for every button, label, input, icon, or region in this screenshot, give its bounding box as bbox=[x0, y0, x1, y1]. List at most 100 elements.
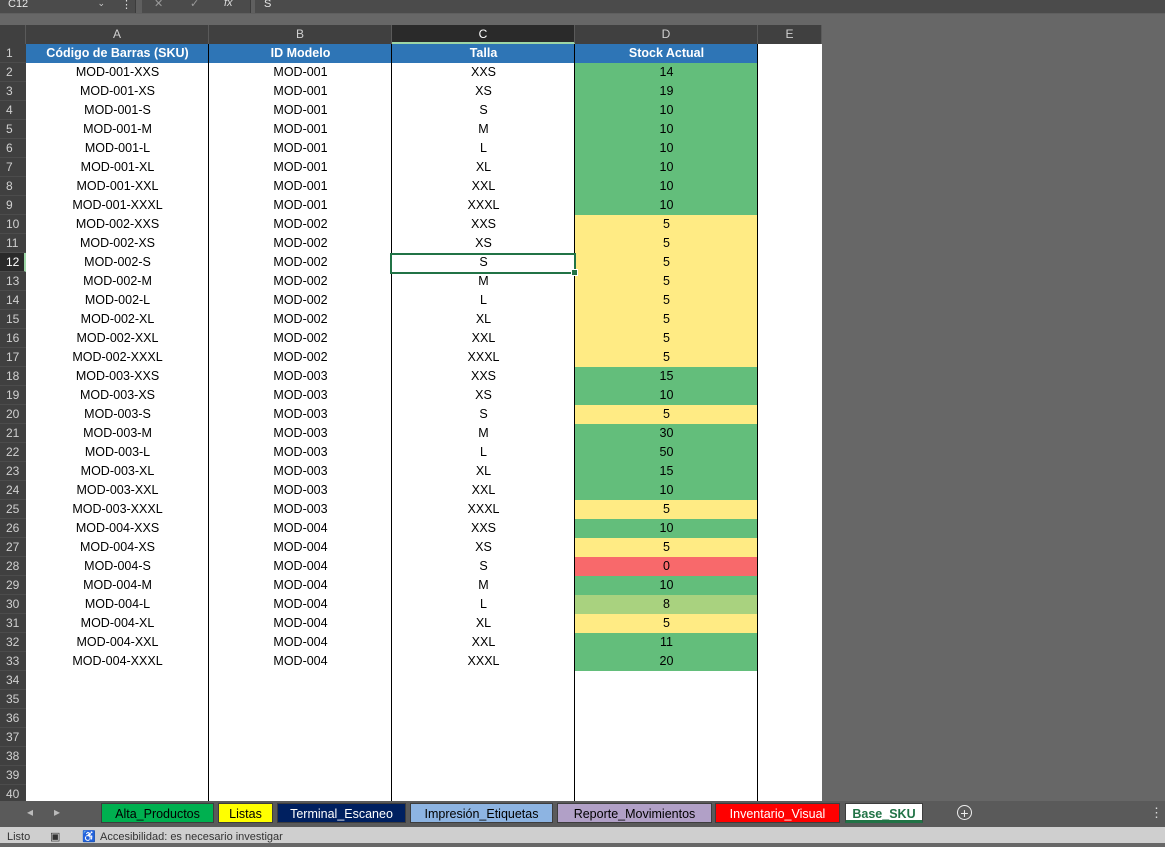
stock-cell[interactable]: 5 bbox=[575, 348, 758, 367]
row-header[interactable]: 37 bbox=[0, 728, 26, 747]
sku-cell[interactable]: MOD-004-L bbox=[26, 595, 209, 614]
stock-cell[interactable]: 5 bbox=[575, 234, 758, 253]
sku-cell[interactable]: MOD-004-S bbox=[26, 557, 209, 576]
header-sku[interactable]: Código de Barras (SKU) bbox=[26, 44, 209, 63]
sku-cell[interactable]: MOD-001-XS bbox=[26, 82, 209, 101]
stock-cell[interactable]: 5 bbox=[575, 538, 758, 557]
row-header[interactable]: 35 bbox=[0, 690, 26, 709]
sku-cell[interactable]: MOD-001-L bbox=[26, 139, 209, 158]
row-header[interactable]: 33 bbox=[0, 652, 26, 671]
size-cell[interactable]: S bbox=[392, 557, 575, 576]
model-cell[interactable]: MOD-001 bbox=[209, 196, 392, 215]
insert-function-icon[interactable]: fx bbox=[224, 0, 233, 9]
size-cell[interactable]: XL bbox=[392, 310, 575, 329]
stock-cell[interactable]: 5 bbox=[575, 614, 758, 633]
stock-cell[interactable]: 5 bbox=[575, 215, 758, 234]
sheet-tab[interactable]: Inventario_Visual bbox=[715, 803, 840, 823]
size-cell[interactable]: XXL bbox=[392, 633, 575, 652]
model-cell[interactable]: MOD-001 bbox=[209, 101, 392, 120]
sheet-tab[interactable]: Alta_Productos bbox=[101, 803, 214, 823]
size-cell[interactable]: M bbox=[392, 272, 575, 291]
model-cell[interactable]: MOD-003 bbox=[209, 481, 392, 500]
accessibility-icon[interactable]: ♿ bbox=[82, 827, 96, 847]
stock-cell[interactable]: 20 bbox=[575, 652, 758, 671]
row-header[interactable]: 2 bbox=[0, 63, 26, 82]
sku-cell[interactable]: MOD-004-M bbox=[26, 576, 209, 595]
size-cell[interactable]: XXXL bbox=[392, 348, 575, 367]
row-header[interactable]: 39 bbox=[0, 766, 26, 785]
size-cell[interactable]: S bbox=[392, 101, 575, 120]
stock-cell[interactable]: 11 bbox=[575, 633, 758, 652]
stock-cell[interactable]: 10 bbox=[575, 481, 758, 500]
model-cell[interactable]: MOD-003 bbox=[209, 405, 392, 424]
row-header[interactable]: 20 bbox=[0, 405, 26, 424]
row-header[interactable]: 18 bbox=[0, 367, 26, 386]
model-cell[interactable]: MOD-003 bbox=[209, 443, 392, 462]
sku-cell[interactable]: MOD-004-XXL bbox=[26, 633, 209, 652]
stock-cell[interactable]: 10 bbox=[575, 158, 758, 177]
size-cell[interactable]: XXL bbox=[392, 481, 575, 500]
model-cell[interactable]: MOD-002 bbox=[209, 215, 392, 234]
sheet-tab[interactable]: Listas bbox=[218, 803, 273, 823]
scroll-left-icon[interactable]: ◂ bbox=[27, 805, 33, 819]
stock-cell[interactable]: 5 bbox=[575, 329, 758, 348]
stock-cell[interactable]: 10 bbox=[575, 120, 758, 139]
stock-cell[interactable]: 10 bbox=[575, 386, 758, 405]
size-cell[interactable]: XXL bbox=[392, 177, 575, 196]
size-cell[interactable]: XXXL bbox=[392, 500, 575, 519]
sku-cell[interactable]: MOD-004-XS bbox=[26, 538, 209, 557]
formula-input[interactable]: S bbox=[255, 0, 1165, 13]
model-cell[interactable]: MOD-002 bbox=[209, 291, 392, 310]
sku-cell[interactable]: MOD-002-XL bbox=[26, 310, 209, 329]
model-cell[interactable]: MOD-003 bbox=[209, 367, 392, 386]
model-cell[interactable]: MOD-002 bbox=[209, 329, 392, 348]
model-cell[interactable]: MOD-004 bbox=[209, 538, 392, 557]
size-cell[interactable]: XS bbox=[392, 82, 575, 101]
size-cell[interactable]: XXL bbox=[392, 329, 575, 348]
stock-cell[interactable]: 15 bbox=[575, 462, 758, 481]
sku-cell[interactable]: MOD-001-XXL bbox=[26, 177, 209, 196]
sku-cell[interactable]: MOD-002-L bbox=[26, 291, 209, 310]
size-cell[interactable]: XL bbox=[392, 614, 575, 633]
stock-cell[interactable]: 5 bbox=[575, 253, 758, 272]
sku-cell[interactable]: MOD-003-XL bbox=[26, 462, 209, 481]
sku-cell[interactable]: MOD-004-XXXL bbox=[26, 652, 209, 671]
model-cell[interactable]: MOD-004 bbox=[209, 519, 392, 538]
stock-cell[interactable]: 5 bbox=[575, 272, 758, 291]
sku-cell[interactable]: MOD-003-L bbox=[26, 443, 209, 462]
header-stock[interactable]: Stock Actual bbox=[575, 44, 758, 63]
size-cell[interactable]: L bbox=[392, 139, 575, 158]
model-cell[interactable]: MOD-002 bbox=[209, 253, 392, 272]
row-header[interactable]: 25 bbox=[0, 500, 26, 519]
model-cell[interactable]: MOD-002 bbox=[209, 272, 392, 291]
size-cell[interactable]: XXS bbox=[392, 63, 575, 82]
model-cell[interactable]: MOD-004 bbox=[209, 633, 392, 652]
model-cell[interactable]: MOD-001 bbox=[209, 120, 392, 139]
model-cell[interactable]: MOD-004 bbox=[209, 652, 392, 671]
stock-cell[interactable]: 30 bbox=[575, 424, 758, 443]
row-header[interactable]: 1 bbox=[0, 44, 26, 63]
model-cell[interactable]: MOD-002 bbox=[209, 234, 392, 253]
row-header[interactable]: 11 bbox=[0, 234, 26, 253]
size-cell[interactable]: XXS bbox=[392, 367, 575, 386]
stock-cell[interactable]: 5 bbox=[575, 310, 758, 329]
more-options-icon[interactable]: ⋮ bbox=[121, 0, 132, 11]
row-header[interactable]: 14 bbox=[0, 291, 26, 310]
sku-cell[interactable]: MOD-003-M bbox=[26, 424, 209, 443]
sku-cell[interactable]: MOD-002-M bbox=[26, 272, 209, 291]
model-cell[interactable]: MOD-004 bbox=[209, 614, 392, 633]
sku-cell[interactable]: MOD-001-M bbox=[26, 120, 209, 139]
stock-cell[interactable]: 10 bbox=[575, 576, 758, 595]
sku-cell[interactable]: MOD-002-S bbox=[26, 253, 209, 272]
row-header[interactable]: 12 bbox=[0, 253, 26, 272]
sku-cell[interactable]: MOD-003-XXL bbox=[26, 481, 209, 500]
active-cell-c12[interactable] bbox=[390, 253, 578, 276]
sheet-tab[interactable]: Impresión_Etiquetas bbox=[410, 803, 553, 823]
sheet-tab[interactable]: Reporte_Movimientos bbox=[557, 803, 712, 823]
size-cell[interactable]: XS bbox=[392, 386, 575, 405]
model-cell[interactable]: MOD-001 bbox=[209, 158, 392, 177]
row-header[interactable]: 13 bbox=[0, 272, 26, 291]
sku-cell[interactable]: MOD-001-XL bbox=[26, 158, 209, 177]
row-header[interactable]: 9 bbox=[0, 196, 26, 215]
sku-cell[interactable]: MOD-003-XS bbox=[26, 386, 209, 405]
